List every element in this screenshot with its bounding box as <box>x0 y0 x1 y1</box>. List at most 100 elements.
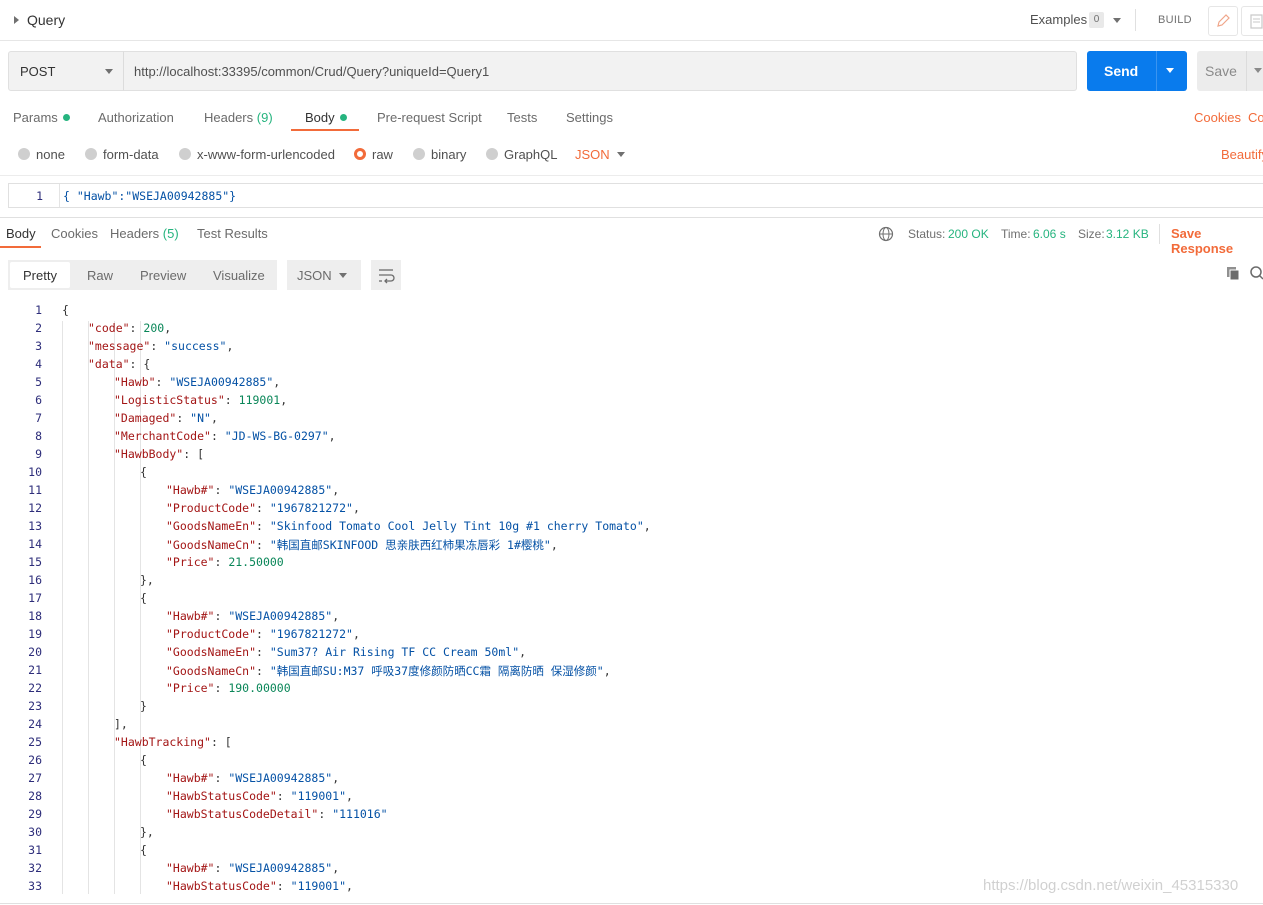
code-line: }, <box>140 825 154 839</box>
json-key: "code" <box>88 321 130 335</box>
send-button[interactable]: Send <box>1087 51 1187 91</box>
documentation-button[interactable] <box>1241 6 1263 36</box>
tab-headers[interactable]: Headers (9) <box>204 110 273 125</box>
option-binary-label[interactable]: binary <box>431 147 466 162</box>
url-input[interactable]: http://localhost:33395/common/Crud/Query… <box>123 51 1077 91</box>
line-number: 16 <box>28 573 42 587</box>
json-string: "Skinfood Tomato Cool Jelly Tint 10g #1 … <box>269 519 644 533</box>
radio-urlencoded[interactable] <box>179 148 191 160</box>
json-key: "message" <box>88 339 151 353</box>
json-string: "success" <box>164 339 227 353</box>
line-number: 30 <box>28 825 42 839</box>
code-line: "Hawb#": "WSEJA00942885", <box>166 861 339 875</box>
json-key: "GoodsNameEn" <box>166 519 257 533</box>
json-punctuation: , <box>346 879 353 893</box>
option-raw-label[interactable]: raw <box>372 147 393 162</box>
globe-icon[interactable] <box>878 226 894 242</box>
tab-tests[interactable]: Tests <box>507 110 537 125</box>
json-number: 21.50000 <box>228 555 284 569</box>
tab-settings[interactable]: Settings <box>566 110 613 125</box>
line-number: 28 <box>28 789 42 803</box>
collapse-arrow-icon[interactable] <box>14 16 19 24</box>
response-tab-cookies[interactable]: Cookies <box>51 226 98 241</box>
size-value[interactable]: 3.12 KB <box>1106 227 1149 241</box>
tab-headers-count: (9) <box>256 110 273 125</box>
examples-label[interactable]: Examples <box>1030 12 1087 27</box>
indent-guide <box>88 321 89 894</box>
request-title-bar: Query Examples 0 BUILD <box>0 0 1263 41</box>
code-line: "Hawb#": "WSEJA00942885", <box>166 609 339 623</box>
json-punctuation: : <box>176 411 191 425</box>
radio-none[interactable] <box>18 148 30 160</box>
json-punctuation: }, <box>140 825 154 839</box>
bottom-border <box>0 903 1263 904</box>
save-options-icon[interactable] <box>1254 68 1262 73</box>
code-line: "Damaged": "N", <box>114 411 218 425</box>
beautify-link[interactable]: Beautify <box>1221 147 1263 162</box>
response-tab-body[interactable]: Body <box>6 226 36 241</box>
request-title[interactable]: Query <box>27 12 65 28</box>
radio-binary[interactable] <box>413 148 425 160</box>
status-value[interactable]: 200 OK <box>948 227 989 241</box>
format-dropdown-icon[interactable] <box>617 152 625 157</box>
search-icon[interactable] <box>1249 265 1263 281</box>
json-punctuation: , <box>352 627 360 641</box>
raw-format-select[interactable]: JSON <box>575 147 610 162</box>
json-punctuation: }, <box>140 573 154 587</box>
copy-icon[interactable] <box>1225 265 1241 281</box>
json-number: 200 <box>143 321 165 335</box>
divider <box>0 175 1263 176</box>
save-response-button[interactable]: Save Response <box>1171 226 1263 256</box>
json-key: "ProductCode" <box>166 627 257 641</box>
json-string: "Sum37? Air Rising TF CC Cream 50ml" <box>269 645 520 659</box>
view-preview[interactable]: Preview <box>140 268 186 283</box>
option-form-data-label[interactable]: form-data <box>103 147 159 162</box>
view-visualize[interactable]: Visualize <box>213 268 265 283</box>
json-punctuation: , <box>550 538 558 552</box>
line-number: 22 <box>28 681 42 695</box>
tab-body[interactable]: Body <box>305 110 347 125</box>
option-urlencoded-label[interactable]: x-www-form-urlencoded <box>197 147 335 162</box>
line-number: 32 <box>28 861 42 875</box>
option-graphql-label[interactable]: GraphQL <box>504 147 557 162</box>
examples-dropdown-icon[interactable] <box>1113 18 1121 23</box>
json-punctuation: : <box>214 861 229 875</box>
json-punctuation: : [ <box>210 735 232 749</box>
json-string: "韩国直邮SU:M37 呼吸37度修颜防晒CC霜 隔离防晒 保湿修颜" <box>269 664 604 678</box>
option-none-label[interactable]: none <box>36 147 65 162</box>
code-link[interactable]: Co <box>1248 110 1263 125</box>
json-key: "Hawb#" <box>166 861 215 875</box>
line-number: 27 <box>28 771 42 785</box>
json-punctuation: { <box>140 753 147 767</box>
code-line: "Price": 21.50000 <box>166 555 284 569</box>
view-pretty[interactable]: Pretty <box>23 268 57 283</box>
edit-button[interactable] <box>1208 6 1238 36</box>
time-value[interactable]: 6.06 s <box>1033 227 1066 241</box>
code-line: "MerchantCode": "JD-WS-BG-0297", <box>114 429 336 443</box>
radio-raw[interactable] <box>354 148 366 160</box>
build-button[interactable]: BUILD <box>1158 14 1192 26</box>
response-format-select[interactable]: JSON <box>287 260 361 290</box>
response-tab-headers[interactable]: Headers (5) <box>110 226 179 241</box>
code-line: }, <box>140 573 154 587</box>
wrap-lines-button[interactable] <box>371 260 401 290</box>
tab-params[interactable]: Params <box>13 110 70 125</box>
save-button[interactable]: Save <box>1197 51 1263 91</box>
json-string: "119001" <box>290 789 347 803</box>
radio-graphql[interactable] <box>486 148 498 160</box>
radio-form-data[interactable] <box>85 148 97 160</box>
method-select[interactable]: POST <box>8 51 124 91</box>
response-tab-test-results[interactable]: Test Results <box>197 226 268 241</box>
code-line: "message": "success", <box>88 339 233 353</box>
json-string: "韩国直邮SKINFOOD 思亲肤西红柿果冻唇彩 1#樱桃" <box>269 538 551 552</box>
response-headers-count: (5) <box>162 226 179 241</box>
tab-prerequest-script[interactable]: Pre-request Script <box>377 110 482 125</box>
response-body-viewer[interactable]: 1 {2 "code": 200, 3 "message": "success", 4 "d… <box>0 300 1263 894</box>
code-line: "GoodsNameCn": "韩国直邮SU:M37 呼吸37度修颜防晒CC霜 … <box>166 663 611 679</box>
request-body-editor[interactable]: 1 { "Hawb":"WSEJA00942885"} <box>8 183 1263 208</box>
send-options-icon[interactable] <box>1166 68 1174 73</box>
view-raw[interactable]: Raw <box>87 268 113 283</box>
cookies-link[interactable]: Cookies <box>1194 110 1241 125</box>
json-key: "GoodsNameCn" <box>166 664 257 678</box>
tab-authorization[interactable]: Authorization <box>98 110 174 125</box>
